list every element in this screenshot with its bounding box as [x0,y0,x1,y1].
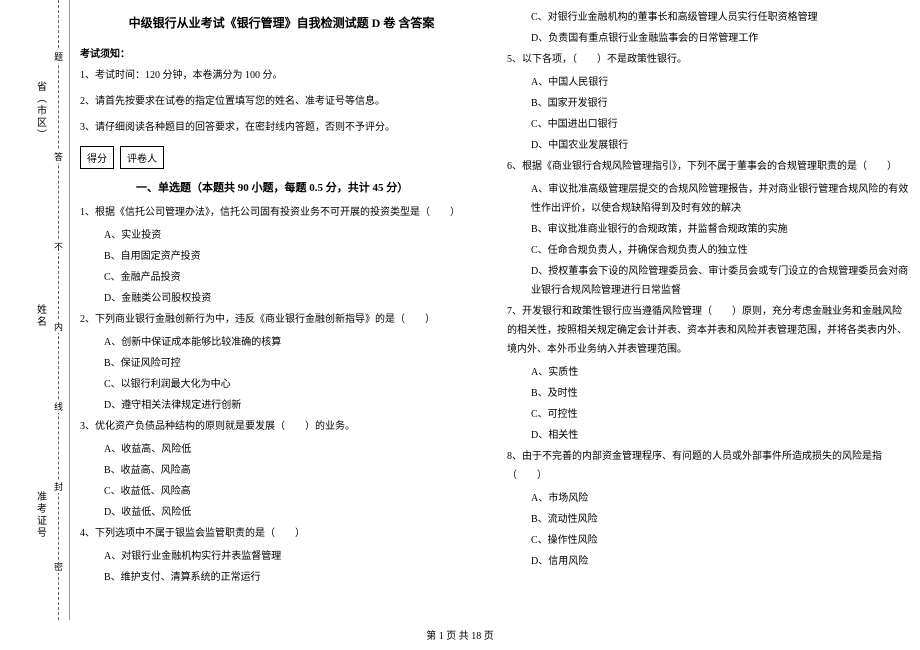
q5-opt-c: C、中国进出口银行 [531,115,910,134]
q5-opt-b: B、国家开发银行 [531,94,910,113]
notice-1: 1、考试时间：120 分钟，本卷满分为 100 分。 [80,68,483,84]
q5-opt-a: A、中国人民银行 [531,73,910,92]
q4-stem: 4、下列选项中不属于银监会监管职责的是（ ） [80,524,483,543]
seal-label-3: 内 [52,320,65,333]
notice-2: 2、请首先按要求在试卷的指定位置填写您的姓名、准考证号等信息。 [80,94,483,110]
q7-opt-c: C、可控性 [531,405,910,424]
q1-opt-c: C、金融产品投资 [104,268,483,287]
q1: 1、根据《信托公司管理办法》，信托公司固有投资业务不可开展的投资类型是（ ） A… [80,203,483,310]
q5-opt-d: D、中国农业发展银行 [531,136,910,155]
q7-stem: 7、开发银行和政策性银行应当遵循风险管理（ ）原则，充分考虑金融业务和金融风险的… [507,302,910,359]
left-column: 中级银行从业考试《银行管理》自我检测试题 D 卷 含答案 考试须知： 1、考试时… [80,8,483,620]
q4: 4、下列选项中不属于银监会监管职责的是（ ） A、对银行业金融机构实行并表监督管… [80,524,483,589]
q6-stem: 6、根据《商业银行合规风险管理指引》，下列不属于董事会的合规管理职责的是（ ） [507,157,910,176]
q3-opt-a: A、收益高、风险低 [104,440,483,459]
q6: 6、根据《商业银行合规风险管理指引》，下列不属于董事会的合规管理职责的是（ ） … [507,157,910,302]
q8-opt-a: A、市场风险 [531,489,910,508]
q3-opt-c: C、收益低、风险高 [104,482,483,501]
q4-opt-c: C、对银行业金融机构的董事长和高级管理人员实行任职资格管理 [531,8,910,27]
label-name: 姓名 [33,304,48,328]
q1-opt-b: B、自用固定资产投资 [104,247,483,266]
q4-opt-d: D、负责国有重点银行业金融监事会的日常管理工作 [531,29,910,48]
q2-stem: 2、下列商业银行金融创新行为中，违反《商业银行金融创新指导》的是（ ） [80,310,483,329]
exam-title: 中级银行从业考试《银行管理》自我检测试题 D 卷 含答案 [80,14,483,31]
q2-opt-b: B、保证风险可控 [104,354,483,373]
q1-stem: 1、根据《信托公司管理办法》，信托公司固有投资业务不可开展的投资类型是（ ） [80,203,483,222]
seal-label-0: 密 [52,560,65,573]
field-name: 姓名 [33,304,48,328]
seal-label-2: 线 [52,400,65,413]
seal-label-5: 答 [52,150,65,163]
label-province: 省（市区） [33,81,48,141]
sidebar-fields: 省（市区） 姓名 准考证号 [20,0,60,620]
seal-label-6: 题 [52,50,65,63]
q3: 3、优化资产负债品种结构的原则就是要发展（ ）的业务。 A、收益高、风险低 B、… [80,417,483,524]
q2-opt-d: D、遵守相关法律规定进行创新 [104,396,483,415]
q2-opt-a: A、创新中保证成本能够比较准确的核算 [104,333,483,352]
seal-label-4: 不 [52,240,65,253]
seal-label-1: 封 [52,480,65,493]
notice-heading: 考试须知： [80,45,483,60]
q3-opt-d: D、收益低、风险低 [104,503,483,522]
q7-opt-d: D、相关性 [531,426,910,445]
q8-opt-d: D、信用风险 [531,552,910,571]
q7-opt-b: B、及时性 [531,384,910,403]
q1-opt-a: A、实业投资 [104,226,483,245]
q3-opt-b: B、收益高、风险高 [104,461,483,480]
field-ticket: 准考证号 [33,491,48,539]
marker-box: 评卷人 [120,146,164,169]
q1-opt-d: D、金融类公司股权投资 [104,289,483,308]
q4-opt-a: A、对银行业金融机构实行并表监督管理 [104,547,483,566]
section-1-title: 一、单选题（本题共 90 小题，每题 0.5 分，共计 45 分） [136,179,483,195]
label-ticket: 准考证号 [33,491,48,539]
q8: 8、由于不完善的内部资金管理程序、有问题的人员或外部事件所造成损失的风险是指（ … [507,447,910,573]
q8-opt-b: B、流动性风险 [531,510,910,529]
q6-opt-d: D、授权董事会下设的风险管理委员会、审计委员会或专门设立的合规管理委员会对商业银… [531,262,910,300]
seal-dash-line [58,0,59,620]
score-box: 得分 [80,146,114,169]
exam-sidebar: 省（市区） 姓名 准考证号 [0,0,70,620]
q3-stem: 3、优化资产负债品种结构的原则就是要发展（ ）的业务。 [80,417,483,436]
q4-opt-b: B、维护支付、清算系统的正常运行 [104,568,483,587]
notice-3: 3、请仔细阅读各种题目的回答要求，在密封线内答题，否则不予评分。 [80,120,483,136]
q6-opt-c: C、任命合规负责人，并确保合规负责人的独立性 [531,241,910,260]
q6-opt-b: B、审议批准商业银行的合规政策，并监督合规政策的实施 [531,220,910,239]
q5: 5、以下各项，（ ）不是政策性银行。 A、中国人民银行 B、国家开发银行 C、中… [507,50,910,157]
q5-stem: 5、以下各项，（ ）不是政策性银行。 [507,50,910,69]
q7: 7、开发银行和政策性银行应当遵循风险管理（ ）原则，充分考虑金融业务和金融风险的… [507,302,910,447]
q6-opt-a: A、审议批准高级管理层提交的合规风险管理报告，并对商业银行管理合规风险的有效性作… [531,180,910,218]
q8-opt-c: C、操作性风险 [531,531,910,550]
content-area: 中级银行从业考试《银行管理》自我检测试题 D 卷 含答案 考试须知： 1、考试时… [80,8,910,620]
q8-stem: 8、由于不完善的内部资金管理程序、有问题的人员或外部事件所造成损失的风险是指（ … [507,447,910,485]
q7-opt-a: A、实质性 [531,363,910,382]
page-footer: 第 1 页 共 18 页 [0,627,920,642]
field-province: 省（市区） [33,81,48,141]
q2: 2、下列商业银行金融创新行为中，违反《商业银行金融创新指导》的是（ ） A、创新… [80,310,483,417]
right-column: C、对银行业金融机构的董事长和高级管理人员实行任职资格管理 D、负责国有重点银行… [507,8,910,620]
score-row: 得分 评卷人 [80,146,483,169]
q2-opt-c: C、以银行利润最大化为中心 [104,375,483,394]
